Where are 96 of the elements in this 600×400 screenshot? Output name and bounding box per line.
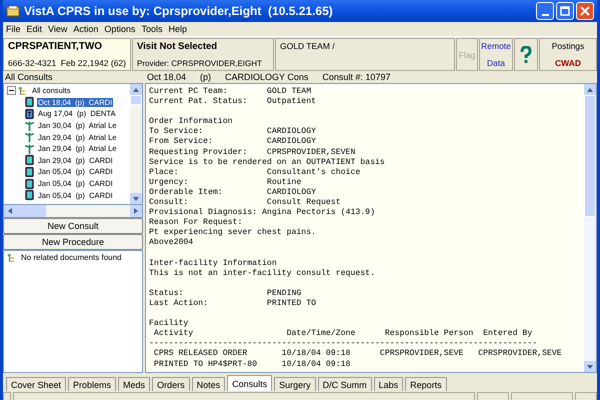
- tab[interactable]: Reports: [405, 377, 447, 391]
- report-line: Activity Date/Time/Zone Responsible Person Entered By: [152, 329, 534, 340]
- tab[interactable]: Consults: [227, 375, 272, 391]
- report-line: PRINTED TO HP4$PRT-80 10/18/04 09:18: [152, 360, 352, 370]
- consult-service: CARDIOLOGY Cons: [225, 72, 308, 83]
- help-button[interactable]: [514, 38, 538, 71]
- tab[interactable]: Notes: [192, 377, 226, 391]
- menu-item[interactable]: Edit: [26, 24, 42, 34]
- team-panel[interactable]: GOLD TEAM /: [275, 38, 455, 71]
- report-line: Requesting Provider: CPRSPROVIDER,SEVEN: [149, 148, 356, 158]
- scroll-thumb[interactable]: [584, 95, 596, 217]
- caduceus-icon: [24, 131, 35, 144]
- report-line: Consult: Consult Request: [149, 198, 342, 208]
- collapse-toggle[interactable]: [7, 86, 16, 96]
- report-line: From Service: CARDIOLOGY: [149, 137, 318, 148]
- patient-dob: Feb 22,1942 (62): [60, 58, 126, 68]
- close-button[interactable]: [576, 2, 594, 20]
- remote-data-button[interactable]: Remote Data: [479, 38, 513, 71]
- menu-item[interactable]: File: [6, 24, 21, 34]
- minimize-icon: [542, 14, 548, 16]
- provider-name: Provider: CPRSPROVIDER,EIGHT: [137, 59, 262, 68]
- action-button[interactable]: New Consult: [3, 218, 143, 234]
- report-line: Status: PENDING: [149, 288, 302, 299]
- report-line: Place: Consultant's choice: [149, 168, 362, 178]
- tab[interactable]: Labs: [374, 377, 404, 391]
- report-line: Orderable Item: CARDIOLOGY: [149, 188, 318, 198]
- panel-heading: All Consults: [4, 72, 54, 83]
- action-button[interactable]: New Procedure: [3, 234, 143, 250]
- tab[interactable]: Meds: [118, 377, 150, 391]
- scroll-right-icon: [134, 208, 138, 214]
- question-icon: [519, 46, 533, 64]
- menu-item[interactable]: Action: [73, 24, 98, 34]
- report-line: Urgency: Routine: [149, 178, 302, 188]
- close-icon: [580, 6, 590, 16]
- status-panel: [3, 392, 11, 400]
- document-icon: [24, 166, 35, 178]
- report-line: Current PC Team: GOLD TEAM: [149, 87, 312, 97]
- scroll-thumb[interactable]: [130, 95, 142, 105]
- document-icon: [24, 189, 35, 202]
- folder-icon: [6, 5, 20, 17]
- vertical-scrollbar[interactable]: [130, 84, 142, 204]
- patient-name: CPRSPATIENT,TWO: [8, 41, 102, 52]
- visit-panel[interactable]: Visit Not Selected Provider: CPRSPROVIDER,EIGHT: [132, 38, 274, 71]
- consult-date: Oct 18,04: [147, 72, 186, 83]
- menu-item[interactable]: Tools: [141, 24, 162, 34]
- report-line: CPRS RELEASED ORDER 10/18/04 09:18 CPRSPROVIDER,SEVE CPRSPROVIDER,SEVE: [152, 349, 563, 360]
- report-line: Pt experiencing sever chest pains.: [149, 228, 318, 238]
- tab[interactable]: D/C Summ: [318, 377, 372, 391]
- scroll-up-icon: [587, 88, 593, 92]
- tab[interactable]: Surgery: [274, 377, 316, 391]
- report-line: To Service: CARDIOLOGY: [149, 127, 318, 137]
- status-panel: [477, 392, 509, 400]
- procedure-icon: [24, 108, 35, 120]
- report-line: Above2004: [149, 238, 194, 248]
- status-panel: [511, 392, 573, 400]
- report-line: Current Pat. Status: Outpatient: [149, 97, 318, 108]
- postings-button[interactable]: Postings CWAD: [539, 38, 597, 71]
- minimize-button[interactable]: [536, 2, 554, 20]
- report-line: Last Action: PRINTED TO: [149, 298, 318, 310]
- consult-number: Consult #: 10797: [322, 72, 390, 83]
- maximize-icon: [560, 6, 570, 16]
- report-line: This is not an inter-facility consult request.: [149, 268, 376, 279]
- caduceus-icon: [24, 120, 35, 132]
- menu-item[interactable]: View: [48, 24, 68, 34]
- scroll-down-icon: [587, 364, 593, 368]
- tab[interactable]: Orders: [152, 377, 190, 391]
- document-icon: [24, 178, 35, 190]
- tab[interactable]: Cover Sheet: [6, 377, 66, 391]
- menu-item[interactable]: Help: [168, 24, 187, 34]
- document-icon: [24, 96, 35, 108]
- horizontal-scrollbar[interactable]: [3, 205, 143, 218]
- consult-status: (p): [200, 72, 212, 83]
- tab[interactable]: Problems: [68, 377, 116, 391]
- status-panel: [575, 392, 597, 400]
- patient-panel[interactable]: CPRSPATIENT,TWO 666-32-4321 Feb 22,1942 (62): [3, 38, 131, 71]
- document-icon: [24, 154, 35, 166]
- caduceus-icon: [24, 142, 35, 155]
- scroll-down-icon: [133, 196, 139, 200]
- report-line: -------------------------------------------------------------------------------: [149, 339, 538, 349]
- visit-status: Visit Not Selected: [137, 41, 218, 52]
- report-line: Inter-facility Information: [149, 258, 278, 269]
- patient-ssn: 666-32-4321: [8, 58, 56, 68]
- scroll-left-icon: [8, 208, 12, 214]
- scroll-thumb[interactable]: [16, 205, 46, 217]
- team-name: GOLD TEAM /: [280, 41, 335, 51]
- report-line: Reason For Request:: [149, 218, 244, 228]
- report-line: Order Information: [149, 117, 234, 127]
- report-line: Service is to be rendered on an OUTPATIENT basis: [149, 158, 386, 168]
- empty-message: No related documents found: [20, 253, 123, 262]
- scroll-up-icon: [133, 88, 139, 92]
- report-line: Provisional Diagnosis: Angina Pectoris (413.9): [149, 208, 376, 218]
- menu-item[interactable]: Options: [104, 24, 136, 34]
- report-line: Facility: [149, 319, 190, 329]
- vertical-scrollbar[interactable]: [584, 84, 596, 372]
- window-title: VistA CPRS in use by: Cprsprovider,Eight (10.5.21.65): [24, 4, 333, 18]
- maximize-button[interactable]: [556, 2, 574, 20]
